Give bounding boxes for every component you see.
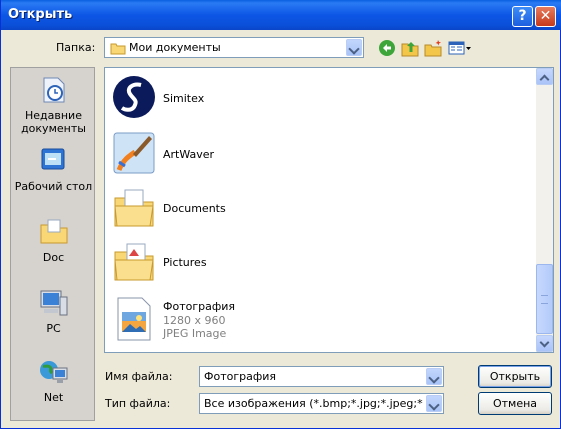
place-recent-documents[interactable]: Недавние документы bbox=[11, 74, 96, 135]
list-item[interactable]: Pictures bbox=[111, 238, 531, 288]
file-type-value: Все изображения (*.bmp;*.jpg;*.jpeg;*.ex… bbox=[204, 397, 423, 410]
file-list: Simitex ArtWaver Documents Pictures Фото… bbox=[104, 67, 554, 353]
help-button[interactable]: ? bbox=[512, 6, 533, 27]
window-title: Открыть bbox=[8, 7, 73, 22]
list-item[interactable]: Фотография 1280 x 960 JPEG Image bbox=[111, 296, 531, 350]
file-name: Simitex bbox=[163, 92, 205, 105]
list-item[interactable]: Simitex bbox=[111, 74, 531, 124]
place-desktop[interactable]: Рабочий стол bbox=[11, 145, 96, 193]
file-name: Pictures bbox=[163, 256, 207, 269]
title-bar[interactable]: Открыть ? ✕ bbox=[1, 0, 561, 30]
place-label: PC bbox=[46, 322, 61, 335]
file-name-value: Фотография bbox=[204, 370, 277, 383]
vertical-scrollbar[interactable] bbox=[536, 68, 553, 352]
scroll-down-button[interactable] bbox=[536, 335, 553, 352]
new-folder-icon[interactable] bbox=[424, 39, 442, 57]
file-type-dropdown[interactable]: Все изображения (*.bmp;*.jpg;*.jpeg;*.ex… bbox=[199, 393, 444, 414]
scroll-thumb[interactable] bbox=[536, 264, 553, 334]
network-icon bbox=[39, 361, 67, 383]
recent-documents-icon bbox=[43, 77, 64, 103]
folder-icon bbox=[110, 43, 126, 55]
folder-icon bbox=[114, 189, 154, 227]
pictures-folder-icon bbox=[114, 243, 154, 281]
place-doc[interactable]: Doc bbox=[11, 216, 96, 264]
list-item[interactable]: ArtWaver bbox=[111, 130, 531, 180]
open-button[interactable]: Открыть bbox=[478, 365, 552, 388]
place-net[interactable]: Net bbox=[11, 356, 96, 404]
jpeg-image-icon bbox=[117, 297, 151, 341]
file-name-input[interactable]: Фотография bbox=[199, 366, 444, 387]
place-label: Недавние документы bbox=[21, 109, 86, 135]
chevron-down-icon[interactable] bbox=[346, 39, 362, 56]
scroll-up-button[interactable] bbox=[536, 68, 553, 85]
file-type: JPEG Image bbox=[163, 327, 227, 340]
close-button[interactable]: ✕ bbox=[535, 6, 556, 27]
place-label: Рабочий стол bbox=[14, 180, 93, 193]
file-type-label: Тип файла: bbox=[105, 397, 171, 410]
place-label: Net bbox=[43, 391, 64, 404]
places-bar: Недавние документы Рабочий стол Doc PC N… bbox=[10, 67, 95, 421]
folder-icon bbox=[40, 219, 67, 244]
file-name: Фотография bbox=[163, 300, 236, 313]
file-name-label: Имя файла: bbox=[105, 370, 173, 383]
view-menu-icon[interactable] bbox=[448, 39, 472, 57]
look-in-dropdown[interactable]: Мои документы bbox=[104, 37, 364, 58]
desktop-icon bbox=[41, 148, 64, 170]
chevron-down-icon[interactable] bbox=[426, 368, 442, 385]
chevron-down-icon[interactable] bbox=[426, 395, 442, 412]
back-icon[interactable] bbox=[378, 39, 396, 57]
look-in-label: Папка: bbox=[56, 41, 96, 54]
computer-icon bbox=[40, 290, 67, 316]
list-item[interactable]: Documents bbox=[111, 184, 531, 234]
file-name: ArtWaver bbox=[163, 148, 215, 161]
up-folder-icon[interactable] bbox=[401, 39, 419, 57]
simitex-logo-icon bbox=[113, 76, 155, 118]
file-name: Documents bbox=[163, 202, 226, 215]
cancel-button[interactable]: Отмена bbox=[478, 392, 552, 415]
open-dialog: Открыть ? ✕ Папка: Мои документы Недавни… bbox=[0, 0, 561, 429]
look-in-value: Мои документы bbox=[129, 41, 221, 54]
place-label: Doc bbox=[42, 251, 65, 264]
place-pc[interactable]: PC bbox=[11, 287, 96, 335]
artwaver-app-icon bbox=[113, 132, 155, 174]
file-dimensions: 1280 x 960 bbox=[163, 314, 226, 327]
